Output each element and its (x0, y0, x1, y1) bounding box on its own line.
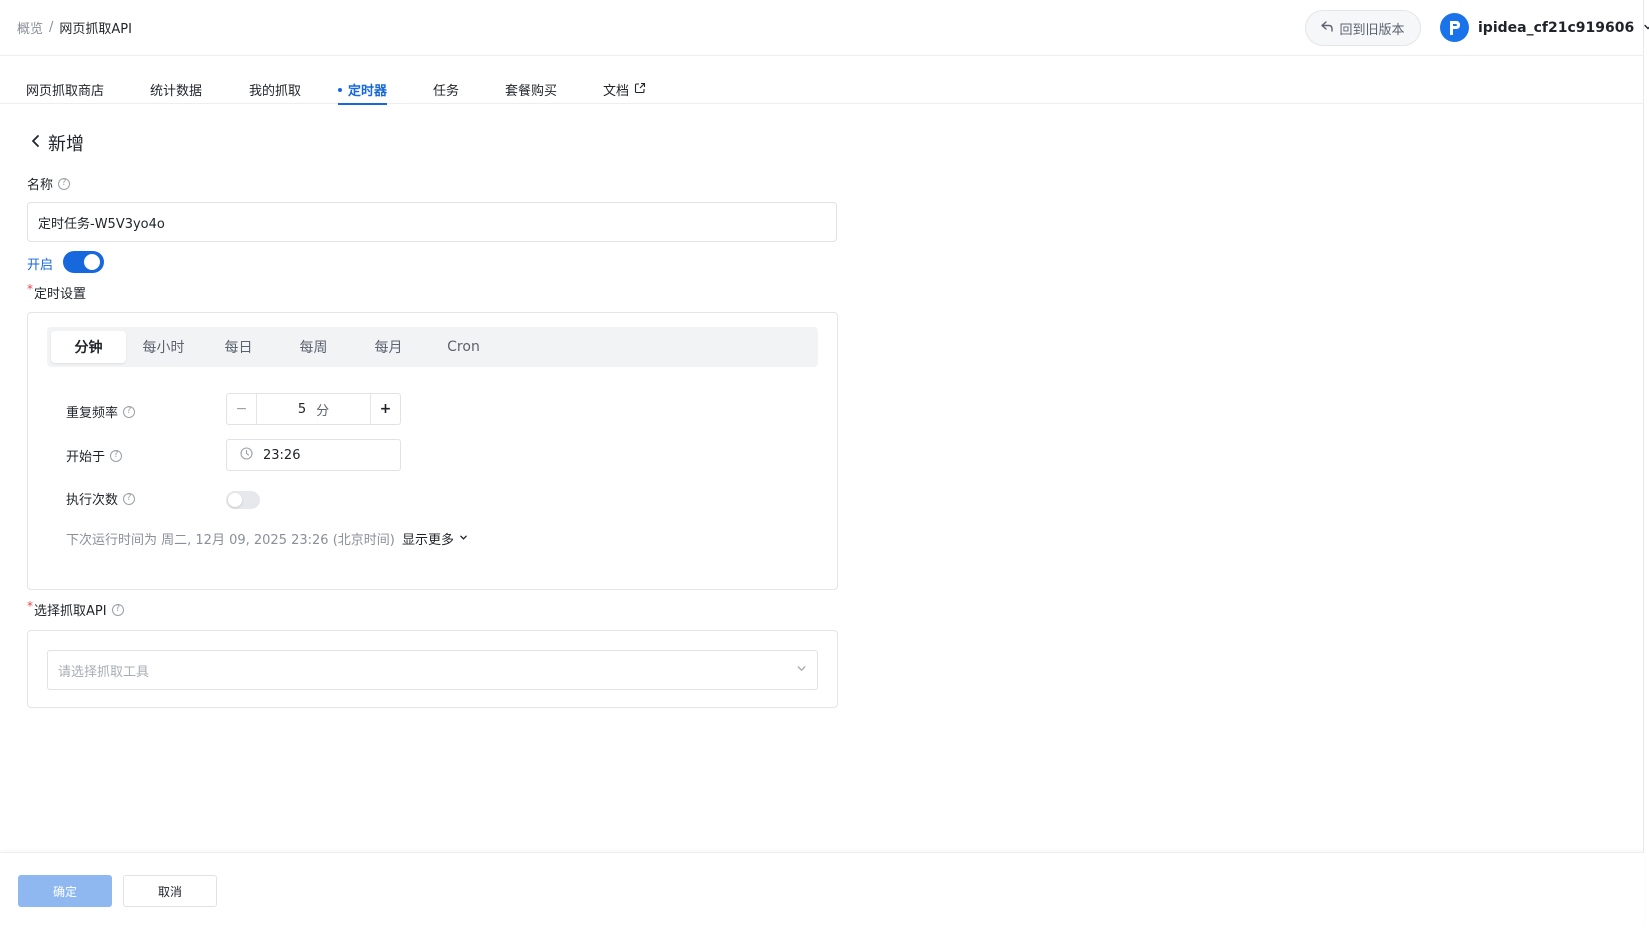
start-label-row: 开始于 ? (66, 446, 123, 465)
enable-label: 开启 (27, 258, 54, 273)
required-mark: * (27, 282, 33, 296)
clock-icon (240, 446, 253, 464)
show-more-button[interactable]: 显示更多 (402, 529, 468, 548)
enable-toggle[interactable] (63, 251, 104, 273)
exec-count-label: 执行次数 (66, 493, 119, 508)
start-time-value: 23:26 (263, 447, 301, 463)
repeat-label-row: 重复频率 ? (66, 402, 136, 421)
breadcrumb: 概览 / 网页抓取API (17, 18, 132, 37)
schedule-label: 定时设置 (34, 287, 87, 302)
tab-plan-purchase[interactable]: 套餐购买 (505, 80, 557, 99)
exec-count-toggle[interactable] (226, 491, 260, 509)
schedule-panel: 分钟 每小时 每日 每周 每月 Cron 重复频率 ? − 5 分 + 开始于 … (27, 312, 838, 590)
help-icon[interactable]: ? (123, 405, 136, 418)
required-mark: * (27, 599, 33, 613)
name-input[interactable] (27, 202, 837, 242)
tab-docs-label: 文档 (603, 84, 630, 99)
show-more-label: 显示更多 (402, 533, 455, 548)
page-title: 新增 (48, 134, 84, 155)
next-run-text: 下次运行时间为 周二, 12月 09, 2025 23:26 (北京时间) (66, 533, 395, 548)
toggle-knob (84, 254, 100, 270)
toggle-knob (228, 493, 242, 507)
help-icon[interactable]: ? (123, 492, 136, 505)
schedule-tab-hourly[interactable]: 每小时 (126, 331, 201, 363)
breadcrumb-current: 网页抓取API (59, 22, 132, 37)
decrement-button[interactable]: − (227, 394, 257, 424)
schedule-label-row: *定时设置 (27, 282, 87, 302)
repeat-value-field[interactable]: 5 分 (257, 394, 370, 424)
main-tabs: 网页抓取商店 统计数据 我的抓取 定时器 任务 套餐购买 文档 (0, 56, 1644, 105)
back-button[interactable]: 新增 (30, 130, 84, 156)
api-panel: 请选择抓取工具 (27, 630, 838, 708)
start-time-picker[interactable]: 23:26 (226, 439, 401, 471)
logo-icon (1440, 13, 1469, 42)
chevron-down-icon (796, 663, 807, 678)
confirm-button[interactable]: 确定 (18, 875, 112, 907)
tab-scraper-store[interactable]: 网页抓取商店 (26, 80, 104, 99)
active-dot (338, 87, 342, 92)
start-label: 开始于 (66, 450, 106, 465)
old-version-label: 回到旧版本 (1339, 22, 1405, 38)
name-label: 名称 (27, 178, 54, 193)
form-footer: 确定 取消 (0, 852, 1644, 926)
tab-scheduler-label: 定时器 (348, 84, 388, 99)
tab-docs[interactable]: 文档 (603, 80, 646, 99)
api-label-row: *选择抓取API ? (27, 599, 124, 619)
tab-scheduler[interactable]: 定时器 (338, 80, 388, 105)
external-link-icon (634, 82, 646, 98)
breadcrumb-separator: / (49, 20, 54, 35)
chevron-left-icon (30, 133, 42, 154)
repeat-unit: 分 (316, 403, 330, 419)
increment-button[interactable]: + (370, 394, 400, 424)
cancel-button[interactable]: 取消 (123, 875, 217, 907)
help-icon[interactable]: ? (111, 603, 124, 616)
top-header: 概览 / 网页抓取API 回到旧版本 ipidea_cf21c919606 (0, 0, 1649, 56)
api-select-placeholder: 请选择抓取工具 (58, 664, 150, 680)
name-label-row: 名称 ? (27, 174, 71, 193)
schedule-tab-minute[interactable]: 分钟 (51, 331, 126, 363)
schedule-mode-tabs: 分钟 每小时 每日 每周 每月 Cron (47, 327, 818, 367)
old-version-button[interactable]: 回到旧版本 (1305, 10, 1421, 46)
api-select[interactable]: 请选择抓取工具 (47, 650, 818, 690)
chevron-down-icon (459, 531, 468, 546)
repeat-value: 5 (297, 401, 307, 417)
username: ipidea_cf21c919606 (1478, 19, 1635, 36)
schedule-tab-daily[interactable]: 每日 (201, 331, 276, 363)
schedule-tab-monthly[interactable]: 每月 (351, 331, 426, 363)
user-menu[interactable]: ipidea_cf21c919606 (1440, 13, 1649, 42)
repeat-stepper: − 5 分 + (226, 393, 401, 425)
app-frame: 概览 / 网页抓取API 回到旧版本 ipidea_cf21c919606 网页… (0, 0, 1649, 926)
help-icon[interactable]: ? (110, 449, 123, 462)
tab-my-scrapes[interactable]: 我的抓取 (249, 80, 301, 99)
api-label: 选择抓取API (34, 604, 107, 619)
back-arrow-icon (1321, 20, 1334, 36)
tab-statistics[interactable]: 统计数据 (150, 80, 202, 99)
repeat-label: 重复频率 (66, 406, 119, 421)
breadcrumb-root[interactable]: 概览 (17, 18, 43, 37)
help-icon[interactable]: ? (58, 177, 71, 190)
schedule-tab-cron[interactable]: Cron (426, 331, 501, 363)
chevron-down-icon (1643, 20, 1649, 36)
tab-tasks[interactable]: 任务 (433, 80, 459, 99)
schedule-tab-weekly[interactable]: 每周 (276, 331, 351, 363)
exec-count-label-row: 执行次数 ? (66, 489, 136, 508)
